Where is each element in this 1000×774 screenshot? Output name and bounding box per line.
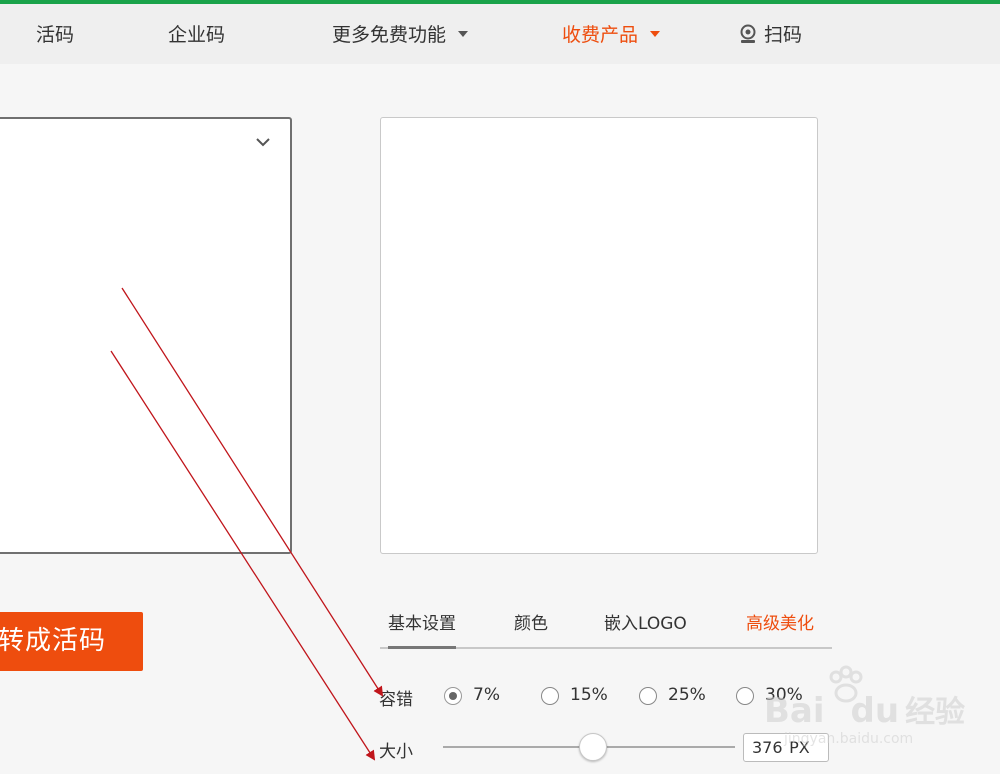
tab-label: 高级美化: [746, 614, 814, 634]
radio-label-25: 25%: [668, 685, 706, 705]
chevron-down-icon[interactable]: [255, 136, 271, 148]
nav-label: 活码: [36, 24, 75, 46]
top-navbar: 活码 企业码 更多免费功能 收费产品 扫码: [0, 4, 1000, 64]
watermark-url: jingyan.baidu.com: [784, 731, 914, 747]
tab-color[interactable]: 颜色: [514, 603, 548, 647]
nav-label: 收费产品: [562, 24, 639, 46]
watermark-brand-2: du: [850, 691, 900, 731]
nav-item-enterprise-code[interactable]: 企业码: [168, 4, 225, 64]
watermark-suffix: 经验: [905, 695, 966, 730]
nav-item-paid-products[interactable]: 收费产品: [562, 4, 661, 64]
webcam-icon: [740, 24, 756, 43]
settings-tabs: 基本设置 颜色 嵌入LOGO 高级美化: [380, 603, 832, 649]
tab-basic-settings[interactable]: 基本设置: [388, 603, 456, 649]
radio-label-7: 7%: [473, 685, 500, 705]
nav-item-live-code[interactable]: 活码: [36, 4, 74, 64]
tab-advanced-beautify[interactable]: 高级美化: [746, 603, 814, 647]
watermark-brand: Bai: [764, 691, 825, 731]
nav-item-scan[interactable]: 扫码: [738, 4, 802, 64]
radio-label-15: 15%: [570, 685, 608, 705]
convert-to-live-code-button[interactable]: 转成活码: [0, 612, 143, 671]
caret-down-icon: [650, 31, 661, 37]
radio-30-percent[interactable]: [736, 687, 754, 705]
tab-embed-logo[interactable]: 嵌入LOGO: [604, 603, 687, 647]
size-label: 大小: [379, 742, 413, 762]
caret-down-icon: [458, 31, 469, 37]
convert-label: 转成活码: [0, 626, 106, 656]
baidu-watermark: Bai du 经验 jingyan.baidu.com: [764, 665, 966, 755]
tab-label: 颜色: [514, 614, 548, 634]
nav-item-more-free[interactable]: 更多免费功能: [332, 4, 469, 64]
nav-label: 扫码: [764, 24, 803, 46]
radio-15-percent[interactable]: [541, 687, 559, 705]
nav-label: 企业码: [168, 24, 226, 46]
content-input-panel[interactable]: [0, 117, 292, 554]
tab-label: 基本设置: [388, 614, 456, 634]
nav-label: 更多免费功能: [332, 24, 447, 46]
error-correction-label: 容错: [379, 690, 413, 710]
size-slider-handle[interactable]: [579, 733, 607, 761]
radio-25-percent[interactable]: [639, 687, 657, 705]
qr-preview-panel: [380, 117, 818, 554]
radio-7-percent[interactable]: [444, 687, 462, 705]
tab-label: 嵌入LOGO: [604, 614, 687, 634]
